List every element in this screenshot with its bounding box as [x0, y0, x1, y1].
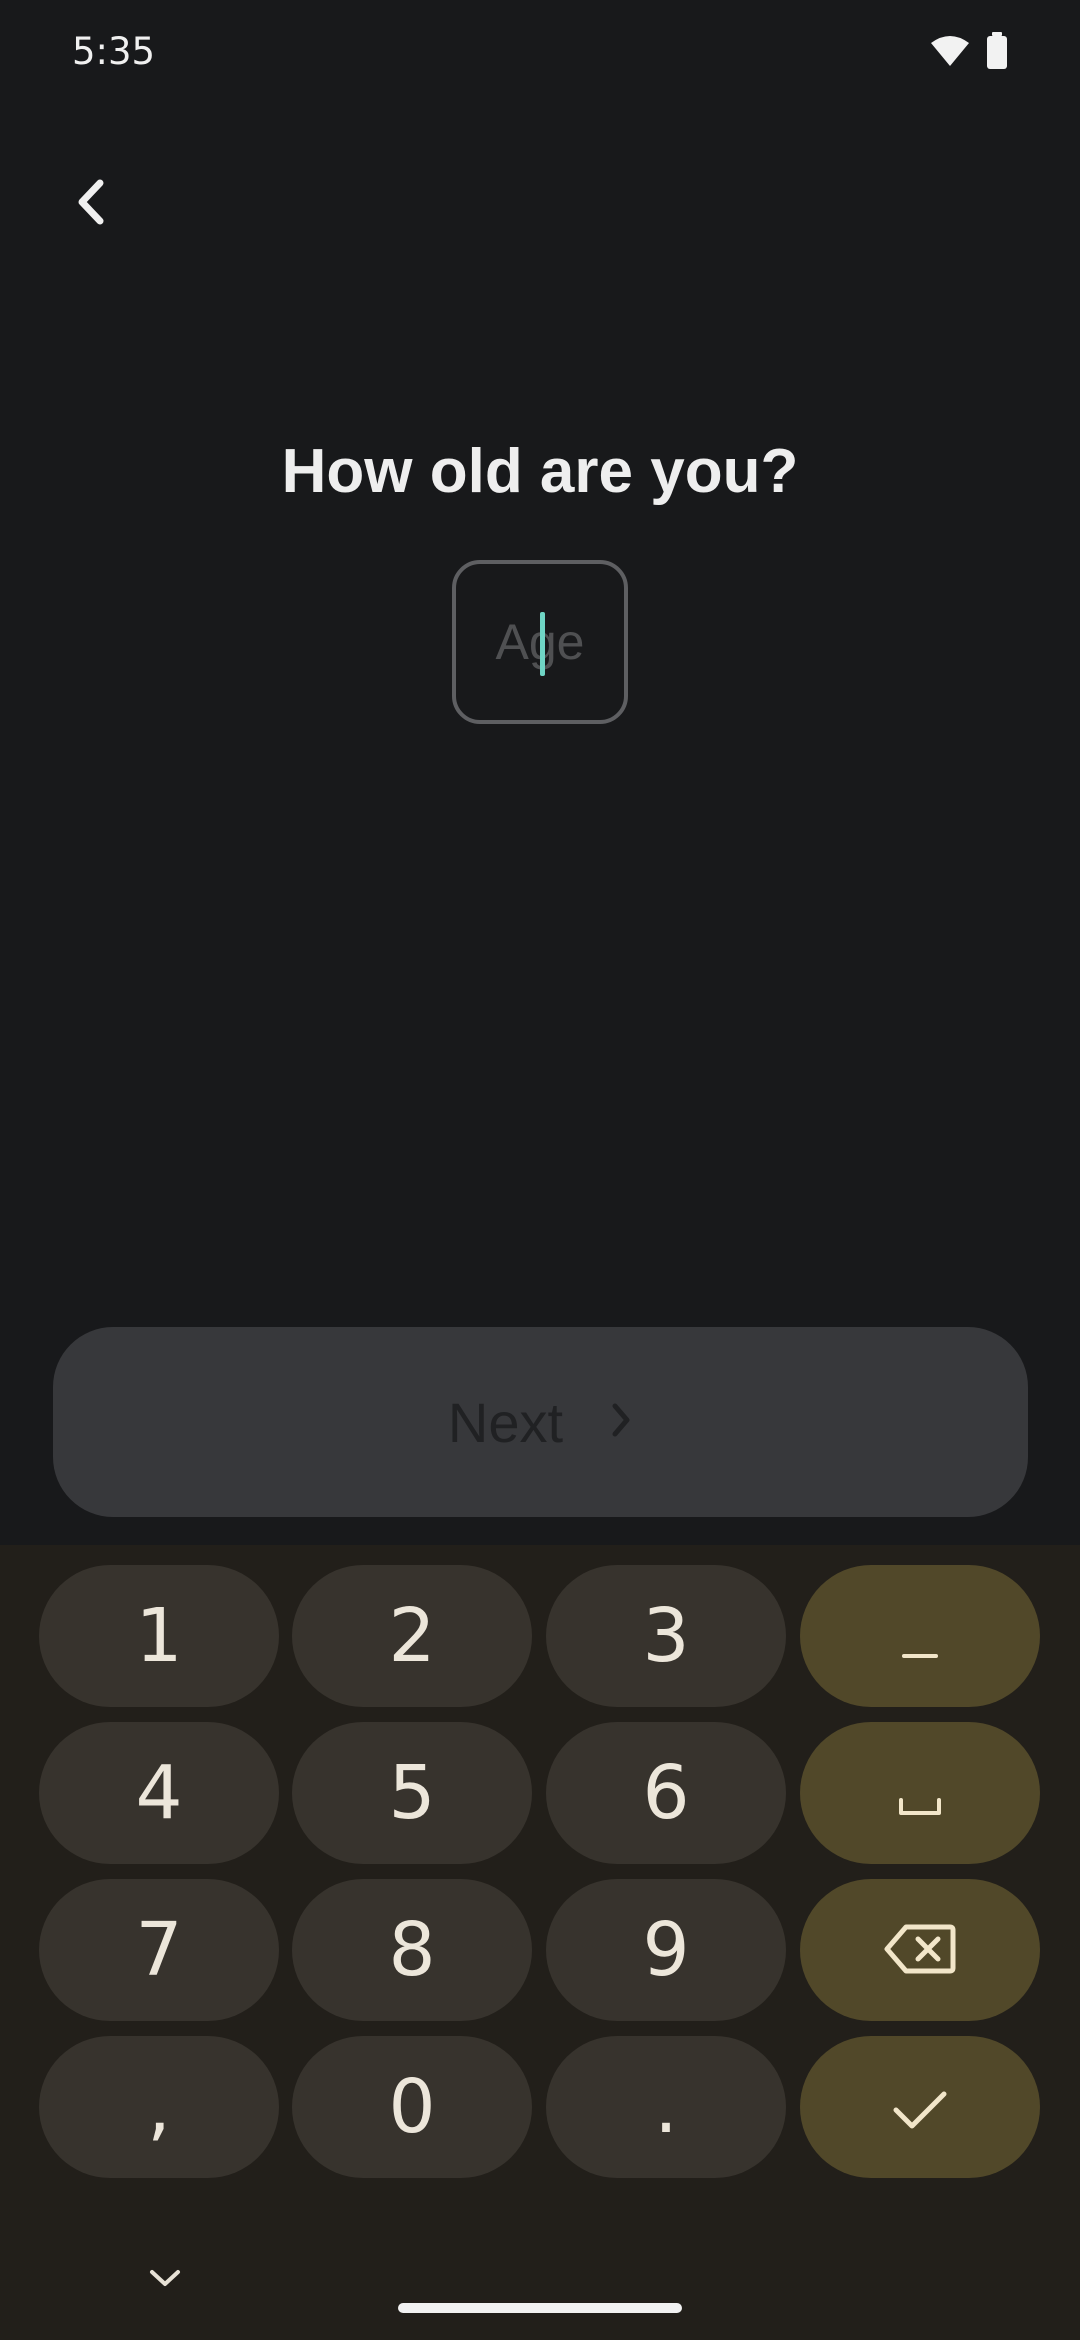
period-key[interactable]: . — [546, 2036, 786, 2178]
minus-key[interactable] — [800, 1565, 1040, 1707]
next-button[interactable]: Next — [53, 1327, 1028, 1517]
backspace-icon — [884, 1907, 956, 1993]
text-cursor — [540, 612, 545, 676]
key-8[interactable]: 8 — [292, 1879, 532, 2021]
key-6[interactable]: 6 — [546, 1722, 786, 1864]
key-9[interactable]: 9 — [546, 1879, 786, 2021]
next-button-label: Next — [447, 1390, 564, 1454]
key-4[interactable]: 4 — [39, 1722, 279, 1864]
key-3[interactable]: 3 — [546, 1565, 786, 1707]
chevron-left-icon — [72, 177, 112, 232]
chevron-right-icon — [609, 1400, 633, 1445]
page-title: How old are you? — [281, 437, 799, 506]
status-time: 5:35 — [72, 30, 156, 73]
comma-key[interactable]: , — [39, 2036, 279, 2178]
key-0[interactable]: 0 — [292, 2036, 532, 2178]
home-indicator[interactable] — [398, 2303, 682, 2313]
wifi-icon — [930, 34, 970, 68]
age-input[interactable]: Age — [452, 560, 628, 724]
space-icon — [897, 1750, 943, 1836]
chevron-down-icon — [148, 2268, 182, 2293]
minus-icon — [900, 1593, 940, 1679]
done-key[interactable] — [800, 2036, 1040, 2178]
back-button[interactable] — [50, 162, 134, 246]
key-1[interactable]: 1 — [39, 1565, 279, 1707]
hide-keyboard-button[interactable] — [130, 2250, 200, 2310]
battery-icon — [986, 32, 1008, 70]
key-7[interactable]: 7 — [39, 1879, 279, 2021]
key-2[interactable]: 2 — [292, 1565, 532, 1707]
status-icons — [930, 32, 1008, 70]
key-5[interactable]: 5 — [292, 1722, 532, 1864]
backspace-key[interactable] — [800, 1879, 1040, 2021]
check-icon — [892, 2064, 948, 2150]
space-key[interactable] — [800, 1722, 1040, 1864]
status-bar: 5:35 — [0, 0, 1080, 110]
